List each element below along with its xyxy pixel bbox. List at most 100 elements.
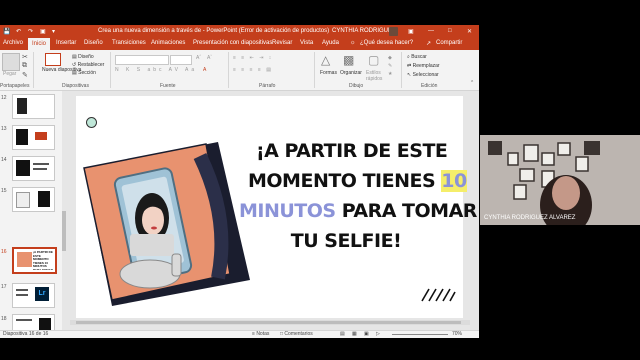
align-icons[interactable]: ≡ ≡ ≡ ≡ ▤ (233, 67, 273, 73)
document-title: Crea una nueva dimensión a través de - P… (98, 28, 330, 34)
collapse-ribbon-icon[interactable]: ⌃ (470, 80, 474, 86)
decorative-circle (86, 117, 97, 128)
thumb-image (35, 132, 47, 140)
slide-title-line-3[interactable]: MINUTOS PARA TOMAR (239, 200, 477, 222)
decrease-font-icon[interactable]: Aˇ (207, 55, 212, 61)
tab-transiciones[interactable]: Transiciones (112, 40, 146, 46)
cut-icon[interactable]: ✂ (22, 53, 28, 61)
maximize-icon[interactable]: □ (448, 28, 452, 34)
arrange-label[interactable]: Organizar (340, 70, 362, 76)
slide-thumbnail[interactable] (12, 94, 55, 119)
thumb-title: ¡A PARTIR DE ESTE MOMENTO TIENES 10 MINU… (33, 251, 53, 270)
tab-animaciones[interactable]: Animaciones (151, 40, 185, 46)
layout-label: Diseño (78, 54, 94, 60)
tab-ayuda[interactable]: Ayuda (322, 40, 339, 46)
slide-thumbnail[interactable]: Lr (12, 283, 55, 308)
list-icons[interactable]: ≡ ≡ ⇤ ⇥ ↕ (233, 55, 273, 61)
tab-inicio[interactable]: Inicio (28, 38, 51, 50)
tell-me-search[interactable]: ¿Qué desea hacer? (360, 40, 413, 46)
thumb-number: 13 (1, 126, 7, 132)
present-icon[interactable]: ▣ (40, 28, 46, 35)
tab-vista[interactable]: Vista (300, 40, 313, 46)
ribbon-display-options-icon[interactable]: ▣ (408, 28, 414, 35)
tab-insertar[interactable]: Insertar (56, 40, 76, 46)
powerpoint-window: 💾 ↶ ↷ ▣ ▾ Crea una nueva dimensión a tra… (0, 25, 479, 338)
format-painter-icon[interactable]: ✎ (22, 71, 28, 79)
save-icon[interactable]: 💾 (3, 28, 10, 35)
comments-button[interactable]: □ Comentarios (280, 331, 313, 337)
slide-thumbnail[interactable] (12, 187, 55, 212)
arrange-icon[interactable]: ▩ (343, 53, 354, 67)
selfie-illustration (83, 142, 250, 306)
line3-text: PARA TOMAR (335, 200, 478, 222)
paste-icon[interactable] (2, 53, 20, 71)
participant-name: CYNTHIA RODRIGUEZ ALVAREZ (484, 215, 576, 221)
horizontal-scrollbar[interactable] (70, 320, 470, 325)
slide-counter: Diapositiva 16 de 16 (3, 331, 49, 337)
undo-icon[interactable]: ↶ (16, 28, 21, 35)
customize-toolbar-icon[interactable]: ▾ (52, 28, 55, 35)
close-icon[interactable]: ✕ (467, 28, 472, 35)
avatar[interactable] (389, 27, 398, 36)
reset-button[interactable]: ↺ Restablecer (72, 62, 104, 68)
thumb-text-line (33, 168, 47, 170)
slide-title-line-1[interactable]: ¡A PARTIR DE ESTE (256, 140, 448, 162)
tab-presentacion[interactable]: Presentación con diapositivas (193, 40, 272, 46)
thumb-text-line (33, 163, 49, 165)
view-sorter-icon[interactable]: ▦ (352, 331, 357, 337)
slide-title-line-4[interactable]: TU SELFIE! (286, 230, 406, 252)
section-button[interactable]: ▤ Sección (72, 70, 96, 76)
paste-button-label[interactable]: Pegar (3, 71, 16, 77)
thumb-text-line (16, 319, 32, 321)
notes-label: Notas (256, 331, 270, 337)
share-button[interactable]: Compartir (436, 40, 462, 46)
slide-title-line-2[interactable]: MOMENTO TIENES 10 (248, 170, 467, 192)
slide-thumbnail[interactable] (12, 125, 55, 150)
view-reading-icon[interactable]: ▣ (364, 331, 369, 337)
thumb-image (16, 160, 30, 176)
share-icon: ↗ (426, 41, 432, 47)
notes-button[interactable]: ≡ Notas (252, 331, 269, 337)
redo-icon[interactable]: ↷ (28, 28, 33, 35)
layout-button[interactable]: ▤ Diseño (72, 54, 94, 60)
font-name-box[interactable] (115, 55, 169, 65)
shape-fill-icon[interactable]: ◆ (388, 55, 392, 61)
shapes-icon[interactable]: △ (321, 53, 330, 67)
scrollbar-thumb[interactable] (76, 321, 461, 324)
find-button[interactable]: ⌕ Buscar (407, 54, 427, 60)
view-normal-icon[interactable]: ▤ (340, 331, 345, 337)
group-divider (110, 52, 111, 88)
quick-styles-label[interactable]: Estilos rápidos (366, 70, 386, 82)
copy-icon[interactable]: ⧉ (22, 62, 27, 70)
select-button[interactable]: ↖ Seleccionar (407, 72, 439, 78)
increase-font-icon[interactable]: Aˆ (196, 55, 201, 61)
shape-effects-icon[interactable]: ★ (388, 71, 392, 77)
thumb-text-line (16, 294, 28, 296)
group-parrafo: Párrafo (259, 83, 276, 89)
ribbon: Pegar ✂ ⧉ ✎ Portapapeles Nueva diapositi… (0, 50, 479, 91)
zoom-level[interactable]: 70% (452, 331, 462, 337)
quick-styles-icon[interactable]: ▢ (368, 53, 379, 67)
replace-button[interactable]: ⇄ Reemplazar (407, 63, 440, 69)
slide-thumbnail[interactable] (12, 156, 55, 181)
shape-outline-icon[interactable]: ✎ (388, 63, 392, 69)
current-slide[interactable]: ¡A PARTIR DE ESTE MOMENTO TIENES 10 MINU… (76, 96, 477, 318)
user-name[interactable]: CYNTHIA RODRIGUEZ (332, 28, 396, 34)
minimize-icon[interactable]: — (428, 28, 434, 34)
thumb-image (17, 252, 32, 267)
font-size-box[interactable] (170, 55, 192, 65)
slide-thumbnail-selected[interactable]: ¡A PARTIR DE ESTE MOMENTO TIENES 10 MINU… (12, 247, 57, 274)
font-color-icon[interactable]: A (203, 67, 206, 73)
shapes-label[interactable]: Formas (320, 70, 337, 76)
tab-revisar[interactable]: Revisar (272, 40, 292, 46)
thumb-text-line (16, 289, 28, 291)
tab-diseno[interactable]: Diseño (84, 40, 103, 46)
font-format-icons[interactable]: N K S abc AV Aa (115, 67, 197, 73)
new-slide-icon[interactable] (45, 53, 61, 66)
thumb-number: 15 (1, 188, 7, 194)
tab-archivo[interactable]: Archivo (3, 40, 23, 46)
zoom-slider[interactable] (392, 334, 448, 335)
lightbulb-icon: ☼ (350, 40, 356, 46)
view-slideshow-icon[interactable]: ▷ (376, 331, 380, 337)
group-divider (33, 52, 34, 88)
